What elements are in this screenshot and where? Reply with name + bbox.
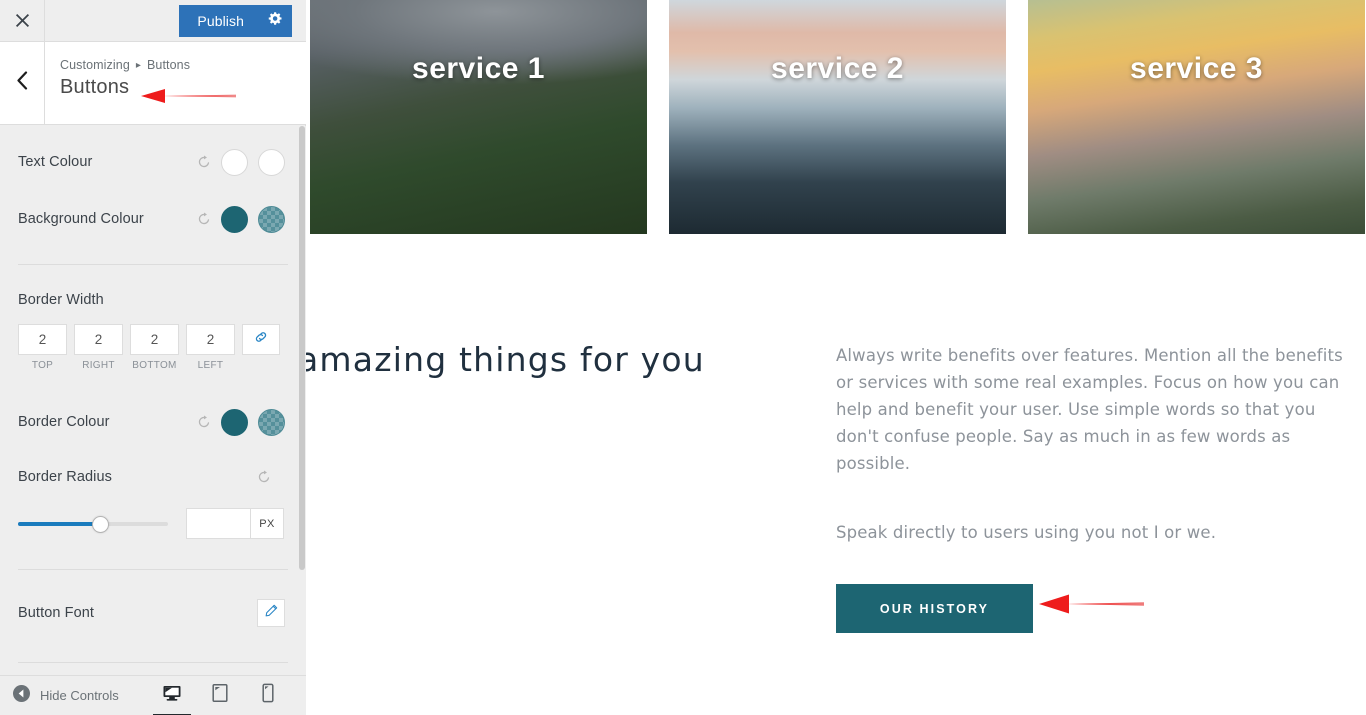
colour-swatch-hover[interactable]: [258, 148, 285, 176]
chevron-right-icon: ▸: [135, 59, 141, 71]
service-card[interactable]: service 1: [310, 0, 647, 234]
desktop-icon: [162, 683, 182, 708]
panel-titles: Customizing ▸ Buttons Buttons: [45, 42, 190, 124]
gear-icon: [268, 11, 283, 31]
border-width-top-input[interactable]: 2: [18, 324, 67, 355]
control-actions: [197, 148, 285, 176]
customizer-screen: service 1 service 2 service 3 amazing th…: [0, 0, 1366, 715]
colour-swatch-primary[interactable]: [221, 408, 248, 436]
control-label: Background Colour: [18, 211, 144, 227]
service-label: service 1: [412, 52, 545, 85]
border-width-bottom-input[interactable]: 2: [130, 324, 179, 355]
border-width-bottom-caption: BOTTOM: [132, 360, 177, 371]
border-width-top-caption: TOP: [31, 360, 54, 371]
border-radius-unit: PX: [250, 508, 284, 539]
service-card[interactable]: service 3: [1028, 0, 1365, 234]
border-width-left: 2 LEFT: [186, 324, 235, 371]
customizer-header: Publish: [0, 0, 306, 42]
border-width-label: Border Width: [18, 292, 104, 308]
controls-container: Text Colour Background Colour Border Wid…: [0, 126, 306, 675]
colour-swatch-primary[interactable]: [221, 205, 248, 233]
customizer-sidebar: Publish Customizing ▸ Buttons Buttons Te…: [0, 0, 306, 715]
border-width-right-input[interactable]: 2: [74, 324, 123, 355]
pencil-icon: [265, 604, 278, 622]
border-width-bottom: 2 BOTTOM: [130, 324, 179, 371]
publish-button[interactable]: Publish: [179, 4, 258, 37]
control-border-radius: Border Radius: [0, 465, 306, 489]
colour-swatch-hover[interactable]: [258, 408, 285, 436]
service-card[interactable]: service 2: [669, 0, 1006, 234]
tablet-icon: [212, 683, 228, 708]
publish-settings-button[interactable]: [258, 4, 292, 37]
publish-group: Publish: [179, 0, 306, 42]
hide-controls-label: Hide Controls: [40, 688, 119, 703]
border-width-group: 2 TOP 2 RIGHT 2 BOTTOM 2 LEFT: [0, 324, 306, 371]
control-label: Button Font: [18, 605, 95, 621]
control-background-colour: Background Colour: [0, 201, 306, 237]
divider: [18, 264, 288, 265]
close-customizer-button[interactable]: [0, 0, 45, 41]
reset-icon[interactable]: [197, 415, 211, 429]
divider: [18, 569, 288, 570]
our-history-button[interactable]: OUR HISTORY: [836, 584, 1033, 633]
device-desktop-button[interactable]: [153, 680, 191, 715]
border-width-left-caption: LEFT: [197, 360, 224, 371]
colour-swatch-hover[interactable]: [258, 205, 285, 233]
border-radius-value-group: PX: [186, 508, 284, 539]
reset-icon[interactable]: [197, 155, 211, 169]
breadcrumb-root[interactable]: Customizing: [60, 58, 130, 72]
control-button-font: Button Font: [0, 598, 306, 628]
slider-thumb[interactable]: [92, 515, 109, 533]
control-text-colour: Text Colour: [0, 144, 306, 180]
mobile-icon: [262, 683, 274, 708]
control-label: Border Radius: [18, 469, 112, 485]
edit-button-font-button[interactable]: [257, 599, 285, 627]
section-copy: Always write benefits over features. Men…: [836, 342, 1351, 546]
border-radius-slider[interactable]: [18, 514, 168, 534]
control-label: Text Colour: [18, 154, 93, 170]
border-width-left-input[interactable]: 2: [186, 324, 235, 355]
border-width-top: 2 TOP: [18, 324, 67, 371]
breadcrumb-current: Buttons: [147, 58, 191, 72]
device-preview-group: [153, 680, 294, 715]
link-border-widths-button[interactable]: [242, 324, 280, 355]
services-row: service 1 service 2 service 3: [310, 0, 1366, 234]
back-button[interactable]: [0, 42, 45, 124]
reset-icon[interactable]: [197, 212, 211, 226]
service-label: service 2: [771, 52, 904, 85]
control-actions: [197, 408, 285, 436]
sidebar-scrollbar[interactable]: [299, 126, 305, 570]
collapse-arrow-icon: [13, 684, 30, 707]
link-icon: [254, 330, 268, 349]
breadcrumb: Customizing ▸ Buttons: [60, 58, 190, 72]
service-label: service 3: [1130, 52, 1263, 85]
section-headline: amazing things for you: [306, 340, 705, 379]
reset-icon[interactable]: [257, 470, 271, 484]
border-radius-row: PX: [0, 508, 306, 539]
slider-fill: [18, 521, 100, 526]
divider: [18, 662, 288, 663]
device-tablet-button[interactable]: [207, 680, 233, 712]
control-actions: [197, 205, 285, 233]
chevron-left-icon: [16, 71, 28, 95]
border-width-right: 2 RIGHT: [74, 324, 123, 371]
border-radius-input[interactable]: [186, 508, 250, 539]
device-mobile-button[interactable]: [255, 680, 281, 712]
hide-controls-button[interactable]: Hide Controls: [13, 684, 119, 707]
close-icon: [15, 13, 30, 28]
site-preview-frame: service 1 service 2 service 3 amazing th…: [306, 0, 1366, 715]
paragraph: Speak directly to users using you not I …: [836, 523, 1217, 542]
panel-header: Customizing ▸ Buttons Buttons: [0, 42, 306, 125]
customizer-footer: Hide Controls: [0, 675, 306, 715]
control-label: Border Colour: [18, 414, 110, 430]
panel-title: Buttons: [60, 76, 130, 98]
paragraph: Always write benefits over features. Men…: [836, 346, 1343, 473]
colour-swatch-primary[interactable]: [221, 148, 248, 176]
border-width-right-caption: RIGHT: [82, 360, 115, 371]
control-border-colour: Border Colour: [0, 405, 306, 439]
